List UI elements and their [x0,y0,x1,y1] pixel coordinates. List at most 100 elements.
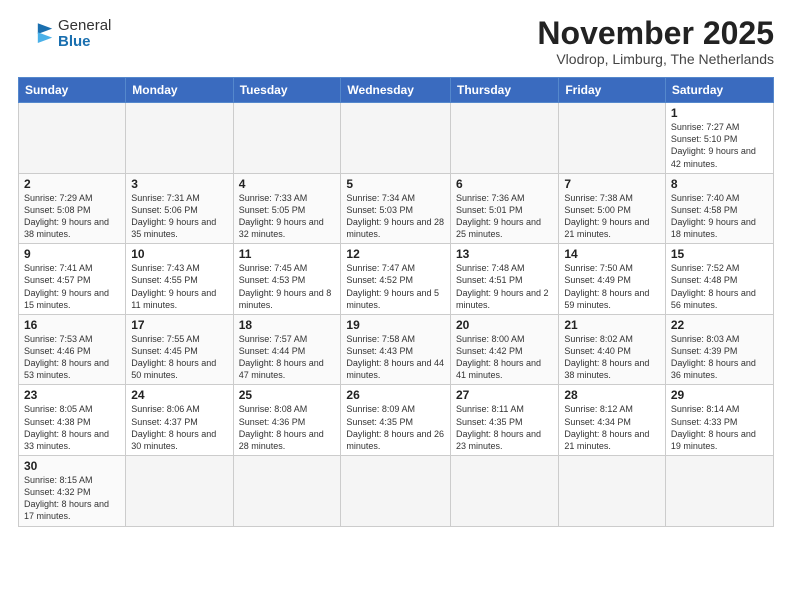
calendar-week-5: 23Sunrise: 8:05 AM Sunset: 4:38 PM Dayli… [19,385,774,456]
calendar-cell [19,103,126,174]
day-number: 19 [346,318,445,332]
day-number: 26 [346,388,445,402]
col-saturday: Saturday [665,78,773,103]
calendar-cell [451,103,559,174]
day-number: 17 [131,318,227,332]
day-number: 24 [131,388,227,402]
calendar-cell: 20Sunrise: 8:00 AM Sunset: 4:42 PM Dayli… [451,314,559,385]
calendar-cell: 28Sunrise: 8:12 AM Sunset: 4:34 PM Dayli… [559,385,666,456]
col-friday: Friday [559,78,666,103]
calendar-cell: 2Sunrise: 7:29 AM Sunset: 5:08 PM Daylig… [19,173,126,244]
day-number: 29 [671,388,768,402]
page: General Blue November 2025 Vlodrop, Limb… [0,0,792,612]
day-number: 14 [564,247,660,261]
col-sunday: Sunday [19,78,126,103]
calendar-cell: 25Sunrise: 8:08 AM Sunset: 4:36 PM Dayli… [233,385,341,456]
calendar-cell: 4Sunrise: 7:33 AM Sunset: 5:05 PM Daylig… [233,173,341,244]
day-number: 7 [564,177,660,191]
day-info: Sunrise: 7:48 AM Sunset: 4:51 PM Dayligh… [456,262,553,311]
calendar-cell [559,456,666,527]
calendar-cell [233,103,341,174]
logo-text: General Blue [58,18,111,51]
day-number: 30 [24,459,120,473]
col-tuesday: Tuesday [233,78,341,103]
calendar-cell: 1Sunrise: 7:27 AM Sunset: 5:10 PM Daylig… [665,103,773,174]
day-number: 1 [671,106,768,120]
header: General Blue November 2025 Vlodrop, Limb… [18,16,774,67]
day-number: 6 [456,177,553,191]
calendar-cell: 17Sunrise: 7:55 AM Sunset: 4:45 PM Dayli… [126,314,233,385]
day-info: Sunrise: 7:53 AM Sunset: 4:46 PM Dayligh… [24,333,120,382]
day-number: 2 [24,177,120,191]
day-info: Sunrise: 7:58 AM Sunset: 4:43 PM Dayligh… [346,333,445,382]
day-number: 9 [24,247,120,261]
col-wednesday: Wednesday [341,78,451,103]
day-info: Sunrise: 8:05 AM Sunset: 4:38 PM Dayligh… [24,403,120,452]
day-info: Sunrise: 8:00 AM Sunset: 4:42 PM Dayligh… [456,333,553,382]
calendar-cell: 12Sunrise: 7:47 AM Sunset: 4:52 PM Dayli… [341,244,451,315]
calendar-cell [126,456,233,527]
day-number: 13 [456,247,553,261]
logo-general: General [58,18,111,35]
day-number: 22 [671,318,768,332]
logo: General Blue [18,16,111,52]
day-info: Sunrise: 8:11 AM Sunset: 4:35 PM Dayligh… [456,403,553,452]
day-info: Sunrise: 8:06 AM Sunset: 4:37 PM Dayligh… [131,403,227,452]
calendar-week-1: 1Sunrise: 7:27 AM Sunset: 5:10 PM Daylig… [19,103,774,174]
day-info: Sunrise: 8:02 AM Sunset: 4:40 PM Dayligh… [564,333,660,382]
day-info: Sunrise: 7:47 AM Sunset: 4:52 PM Dayligh… [346,262,445,311]
logo-blue: Blue [58,34,111,51]
day-info: Sunrise: 7:45 AM Sunset: 4:53 PM Dayligh… [239,262,336,311]
calendar-cell: 27Sunrise: 8:11 AM Sunset: 4:35 PM Dayli… [451,385,559,456]
calendar-header-row: Sunday Monday Tuesday Wednesday Thursday… [19,78,774,103]
day-number: 11 [239,247,336,261]
calendar-cell: 19Sunrise: 7:58 AM Sunset: 4:43 PM Dayli… [341,314,451,385]
day-number: 18 [239,318,336,332]
calendar-cell [341,456,451,527]
col-monday: Monday [126,78,233,103]
day-number: 23 [24,388,120,402]
calendar-cell: 30Sunrise: 8:15 AM Sunset: 4:32 PM Dayli… [19,456,126,527]
calendar-cell: 5Sunrise: 7:34 AM Sunset: 5:03 PM Daylig… [341,173,451,244]
calendar-cell [341,103,451,174]
calendar-cell: 7Sunrise: 7:38 AM Sunset: 5:00 PM Daylig… [559,173,666,244]
calendar-cell: 26Sunrise: 8:09 AM Sunset: 4:35 PM Dayli… [341,385,451,456]
calendar-week-4: 16Sunrise: 7:53 AM Sunset: 4:46 PM Dayli… [19,314,774,385]
calendar-week-2: 2Sunrise: 7:29 AM Sunset: 5:08 PM Daylig… [19,173,774,244]
day-info: Sunrise: 8:09 AM Sunset: 4:35 PM Dayligh… [346,403,445,452]
calendar-cell: 15Sunrise: 7:52 AM Sunset: 4:48 PM Dayli… [665,244,773,315]
calendar-week-3: 9Sunrise: 7:41 AM Sunset: 4:57 PM Daylig… [19,244,774,315]
day-info: Sunrise: 8:14 AM Sunset: 4:33 PM Dayligh… [671,403,768,452]
day-number: 27 [456,388,553,402]
day-info: Sunrise: 7:31 AM Sunset: 5:06 PM Dayligh… [131,192,227,241]
day-info: Sunrise: 7:43 AM Sunset: 4:55 PM Dayligh… [131,262,227,311]
day-number: 21 [564,318,660,332]
day-info: Sunrise: 7:57 AM Sunset: 4:44 PM Dayligh… [239,333,336,382]
day-info: Sunrise: 8:03 AM Sunset: 4:39 PM Dayligh… [671,333,768,382]
day-number: 5 [346,177,445,191]
day-number: 28 [564,388,660,402]
calendar-cell: 8Sunrise: 7:40 AM Sunset: 4:58 PM Daylig… [665,173,773,244]
calendar-cell: 6Sunrise: 7:36 AM Sunset: 5:01 PM Daylig… [451,173,559,244]
day-number: 4 [239,177,336,191]
day-info: Sunrise: 8:12 AM Sunset: 4:34 PM Dayligh… [564,403,660,452]
month-title: November 2025 [537,16,774,51]
calendar-week-6: 30Sunrise: 8:15 AM Sunset: 4:32 PM Dayli… [19,456,774,527]
calendar-cell [665,456,773,527]
day-info: Sunrise: 8:08 AM Sunset: 4:36 PM Dayligh… [239,403,336,452]
day-number: 25 [239,388,336,402]
day-info: Sunrise: 7:50 AM Sunset: 4:49 PM Dayligh… [564,262,660,311]
calendar-cell: 29Sunrise: 8:14 AM Sunset: 4:33 PM Dayli… [665,385,773,456]
day-info: Sunrise: 7:33 AM Sunset: 5:05 PM Dayligh… [239,192,336,241]
day-info: Sunrise: 7:27 AM Sunset: 5:10 PM Dayligh… [671,121,768,170]
calendar-cell: 9Sunrise: 7:41 AM Sunset: 4:57 PM Daylig… [19,244,126,315]
day-number: 20 [456,318,553,332]
day-info: Sunrise: 7:36 AM Sunset: 5:01 PM Dayligh… [456,192,553,241]
day-number: 8 [671,177,768,191]
day-info: Sunrise: 7:40 AM Sunset: 4:58 PM Dayligh… [671,192,768,241]
day-info: Sunrise: 7:55 AM Sunset: 4:45 PM Dayligh… [131,333,227,382]
calendar-table: Sunday Monday Tuesday Wednesday Thursday… [18,77,774,526]
day-number: 16 [24,318,120,332]
day-number: 3 [131,177,227,191]
day-number: 10 [131,247,227,261]
